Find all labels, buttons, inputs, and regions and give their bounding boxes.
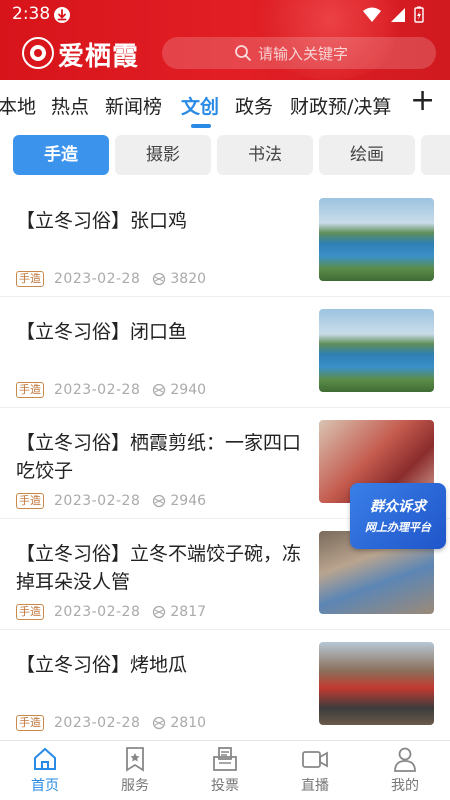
views-icon: [153, 494, 166, 508]
add-channel-icon[interactable]: +: [410, 86, 435, 116]
article-title: 【立冬习俗】烤地瓜: [16, 654, 188, 676]
subtab-photography[interactable]: 摄影: [115, 135, 211, 175]
battery-icon: [414, 6, 424, 23]
article-meta: 手造 2023-02-28 2817: [16, 604, 206, 620]
article-thumbnail: [319, 198, 434, 281]
subtab-calligraphy[interactable]: 书法: [217, 135, 313, 175]
app-logo: [22, 37, 54, 69]
article-date: 2023-02-28: [54, 271, 141, 287]
article-date: 2023-02-28: [54, 493, 141, 509]
bottom-tab-label: 投票: [211, 778, 239, 794]
subtab-more[interactable]: [421, 135, 450, 175]
tab-finance-budget[interactable]: 财政预/决算: [290, 92, 391, 119]
tab-hot[interactable]: 热点: [51, 92, 89, 119]
article-item[interactable]: 【立冬习俗】闭口鱼 手造 2023-02-28 2940: [0, 296, 450, 408]
view-count: 2940: [170, 382, 207, 398]
signal-icon: [391, 7, 405, 22]
download-icon: [54, 7, 70, 23]
article-title: 【立冬习俗】张口鸡: [16, 210, 188, 232]
category-tag: 手造: [16, 382, 44, 398]
category-tag: 手造: [16, 715, 44, 731]
view-count: 2810: [170, 715, 207, 731]
views-icon: [153, 605, 166, 619]
app-brand-name: 爱栖霞: [58, 42, 140, 72]
view-count: 2946: [170, 493, 207, 509]
article-title: 【立冬习俗】栖霞剪纸：一家四口吃饺子: [16, 432, 302, 482]
tab-news-rank[interactable]: 新闻榜: [105, 92, 162, 119]
bookmark-star-icon: [126, 747, 144, 772]
bottom-tab-service[interactable]: 服务: [105, 745, 165, 795]
article-item[interactable]: 【立冬习俗】烤地瓜 手造 2023-02-28 2810: [0, 629, 450, 741]
bottom-navigation: 首页 服务 投票 直播 我的: [0, 740, 450, 800]
article-meta: 手造 2023-02-28 2946: [16, 493, 206, 509]
tab-local[interactable]: 本地: [0, 92, 36, 119]
person-icon: [394, 747, 416, 772]
bottom-tab-live[interactable]: 直播: [285, 745, 345, 795]
article-meta: 手造 2023-02-28 2940: [16, 382, 206, 398]
banner-line1: 群众诉求: [370, 499, 426, 515]
article-date: 2023-02-28: [54, 604, 141, 620]
article-title: 【立冬习俗】闭口鱼: [16, 321, 188, 343]
active-tab-indicator: [191, 124, 211, 128]
status-time: 2:38: [12, 4, 51, 24]
bottom-tab-label: 我的: [391, 778, 419, 794]
bottom-tab-vote[interactable]: 投票: [195, 745, 255, 795]
view-count: 3820: [170, 271, 207, 287]
category-tag: 手造: [16, 604, 44, 620]
category-tag: 手造: [16, 493, 44, 509]
bottom-tab-home[interactable]: 首页: [15, 745, 75, 795]
views-icon: [153, 383, 166, 397]
article-meta: 手造 2023-02-28 2810: [16, 715, 206, 731]
search-bar[interactable]: 请输入关键字: [162, 37, 436, 69]
category-tag: 手造: [16, 271, 44, 287]
bottom-tab-label: 直播: [301, 778, 329, 794]
video-camera-icon: [302, 751, 328, 768]
channel-tabs: 本地 热点 新闻榜 文创 政务 财政预/决算 +: [0, 80, 450, 130]
views-icon: [153, 272, 166, 286]
article-item[interactable]: 【立冬习俗】张口鸡 手造 2023-02-28 3820: [0, 185, 450, 297]
tab-government[interactable]: 政务: [235, 92, 273, 119]
article-meta: 手造 2023-02-28 3820: [16, 271, 206, 287]
view-count: 2817: [170, 604, 207, 620]
tab-cultural-creative[interactable]: 文创: [181, 92, 219, 119]
sub-category-tabs: 手造 摄影 书法 绘画: [0, 130, 450, 180]
search-placeholder: 请输入关键字: [258, 45, 349, 63]
search-icon: [235, 45, 251, 61]
views-icon: [153, 716, 166, 730]
app-header: 2:38 爱栖霞 请输入关键字: [0, 0, 450, 80]
subtab-painting[interactable]: 绘画: [319, 135, 415, 175]
bottom-tab-label: 首页: [31, 778, 59, 794]
subtab-handcraft[interactable]: 手造: [13, 135, 109, 175]
article-title: 【立冬习俗】立冬不端饺子碗，冻掉耳朵没人管: [16, 543, 302, 593]
ballot-box-icon: [213, 747, 237, 771]
article-thumbnail: [319, 642, 434, 725]
bottom-tab-label: 服务: [121, 778, 149, 794]
status-bar: 2:38: [0, 0, 450, 30]
article-thumbnail: [319, 309, 434, 392]
banner-line2: 网上办理平台: [365, 521, 431, 534]
wifi-icon: [363, 7, 381, 22]
home-icon: [34, 747, 56, 770]
status-icons: [362, 6, 424, 23]
article-date: 2023-02-28: [54, 715, 141, 731]
bottom-tab-mine[interactable]: 我的: [375, 745, 435, 795]
public-appeal-banner[interactable]: 群众诉求 网上办理平台: [350, 483, 446, 549]
article-date: 2023-02-28: [54, 382, 141, 398]
